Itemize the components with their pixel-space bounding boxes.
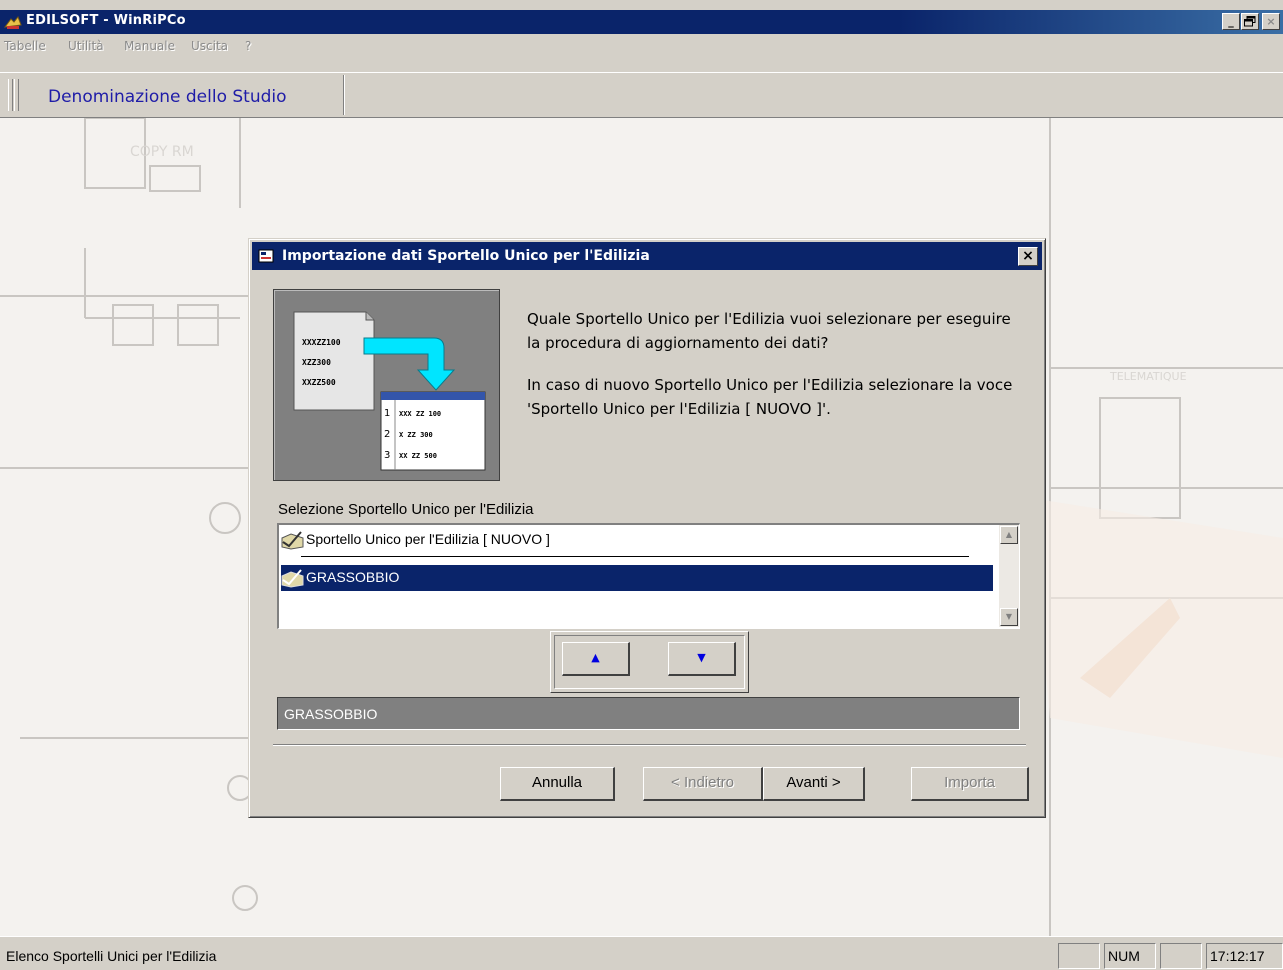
import-button[interactable]: Importa xyxy=(911,767,1029,801)
list-item-label: Sportello Unico per l'Edilizia [ NUOVO ] xyxy=(306,531,550,547)
maximize-button[interactable] xyxy=(1241,13,1259,30)
file-to-table-icon: XXXZZ100 XZZ300 XXZZ500 1 XXX ZZ 100 2 X… xyxy=(293,311,486,471)
status-pane-caps xyxy=(1058,943,1100,969)
list-item[interactable]: Sportello Unico per l'Edilizia [ NUOVO ] xyxy=(281,527,993,553)
arrow-up-icon: ▲ xyxy=(591,651,600,664)
dialog-titlebar: Importazione dati Sportello Unico per l'… xyxy=(252,242,1042,270)
move-down-button[interactable]: ▼ xyxy=(668,642,736,676)
toolbar-grip[interactable] xyxy=(8,79,13,111)
arrow-down-icon: ▼ xyxy=(697,651,706,664)
move-up-button[interactable]: ▲ xyxy=(562,642,630,676)
table-row-1-text: XXX ZZ 100 xyxy=(399,410,441,418)
file-line-2: XZZ300 xyxy=(302,358,331,367)
restore-icon xyxy=(1244,16,1256,27)
studio-name-panel[interactable]: Denominazione dello Studio xyxy=(28,75,344,115)
status-pane-scroll xyxy=(1160,943,1202,969)
import-dialog: Importazione dati Sportello Unico per l'… xyxy=(248,238,1046,818)
status-text: Elenco Sportelli Unici per l'Edilizia xyxy=(6,948,217,964)
menu-bar: Tabelle Utilità Manuale Uscita ? xyxy=(0,35,1283,57)
window-titlebar: EDILSOFT - WinRiPCo _ × xyxy=(0,10,1283,34)
menu-manuale[interactable]: Manuale xyxy=(124,39,175,53)
back-button[interactable]: < Indietro xyxy=(643,767,763,801)
import-illustration: XXXZZ100 XZZ300 XXZZ500 1 XXX ZZ 100 2 X… xyxy=(273,289,500,481)
dialog-question: Quale Sportello Unico per l'Edilizia vuo… xyxy=(527,310,1011,352)
sportello-listbox[interactable]: Sportello Unico per l'Edilizia [ NUOVO ]… xyxy=(277,523,1020,629)
scroll-down-button[interactable]: ▼ xyxy=(1000,608,1018,626)
menu-uscita[interactable]: Uscita xyxy=(191,39,228,53)
dialog-message: Quale Sportello Unico per l'Edilizia vuo… xyxy=(527,307,1027,439)
scroll-up-button[interactable]: ▲ xyxy=(1000,526,1018,544)
status-bar: Elenco Sportelli Unici per l'Edilizia NU… xyxy=(0,936,1283,970)
reorder-button-group: ▲ ▼ xyxy=(550,631,749,693)
list-item-label: GRASSOBBIO xyxy=(306,569,400,585)
close-button[interactable]: × xyxy=(1262,13,1280,30)
selected-sportello-field: GRASSOBBIO xyxy=(277,697,1020,730)
table-row-2-text: X ZZ 300 xyxy=(399,431,433,439)
list-item-selected[interactable]: GRASSOBBIO xyxy=(281,565,993,591)
table-row-3-num: 3 xyxy=(384,450,390,461)
file-line-1: XXXZZ100 xyxy=(302,338,341,347)
next-button[interactable]: Avanti > xyxy=(763,767,865,801)
toolbar-grip-secondary[interactable] xyxy=(14,79,19,111)
svg-text:COPY RM: COPY RM xyxy=(130,144,194,160)
window-title: EDILSOFT - WinRiPCo xyxy=(26,13,186,28)
minimize-button[interactable]: _ xyxy=(1222,13,1240,30)
status-pane-num: NUM xyxy=(1104,943,1156,969)
svg-text:TELEMATIQUE: TELEMATIQUE xyxy=(1109,370,1187,383)
menu-tabelle[interactable]: Tabelle xyxy=(4,39,46,53)
dialog-close-button[interactable]: × xyxy=(1018,247,1038,266)
dialog-app-icon xyxy=(258,249,274,263)
selected-sportello-value: GRASSOBBIO xyxy=(284,706,378,722)
dialog-divider xyxy=(273,744,1026,746)
folder-check-icon xyxy=(281,531,304,550)
file-line-3: XXZZ500 xyxy=(302,378,336,387)
status-clock: 17:12:17 xyxy=(1206,943,1283,969)
studio-name-label: Denominazione dello Studio xyxy=(48,87,287,107)
table-row-2-num: 2 xyxy=(384,429,390,440)
dialog-instruction: In caso di nuovo Sportello Unico per l'E… xyxy=(527,376,1013,418)
list-scrollbar[interactable]: ▲ ▼ xyxy=(999,525,1019,627)
list-separator xyxy=(301,556,969,557)
selection-label: Selezione Sportello Unico per l'Edilizia xyxy=(278,501,534,518)
menu-help[interactable]: ? xyxy=(245,39,251,53)
toolbar: Denominazione dello Studio xyxy=(0,72,1283,118)
cancel-button[interactable]: Annulla xyxy=(500,767,615,801)
app-logo-icon xyxy=(4,16,22,29)
folder-check-icon xyxy=(281,569,304,588)
table-row-3-text: XX ZZ 500 xyxy=(399,452,437,460)
menu-utilita[interactable]: Utilità xyxy=(68,39,104,53)
table-row-1-num: 1 xyxy=(384,408,390,419)
dialog-title: Importazione dati Sportello Unico per l'… xyxy=(282,248,650,264)
